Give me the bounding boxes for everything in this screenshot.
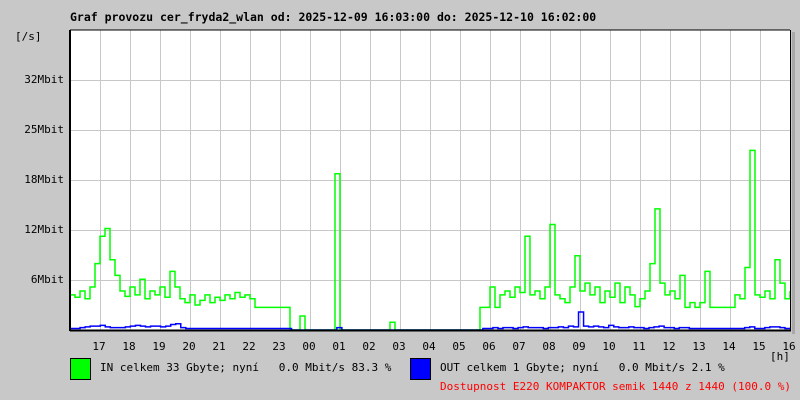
x-tick-label: 14 xyxy=(722,340,736,353)
x-tick-label: 17 xyxy=(92,340,106,353)
plot-shadow xyxy=(792,32,795,334)
x-tick-label: 03 xyxy=(392,340,406,353)
y-tick-label: 32Mbit xyxy=(24,73,64,86)
x-tick-label: 10 xyxy=(602,340,616,353)
x-tick-label: 13 xyxy=(692,340,706,353)
y-tick-label: 6Mbit xyxy=(30,273,64,286)
x-tick-label: 00 xyxy=(302,340,316,353)
x-tick-label: 23 xyxy=(272,340,286,353)
legend-out-swatch xyxy=(410,358,431,380)
y-tick-label: 18Mbit xyxy=(24,173,64,186)
x-tick-label: 11 xyxy=(632,340,646,353)
x-tick-label: 20 xyxy=(182,340,196,353)
x-tick-label: 08 xyxy=(542,340,556,353)
x-axis-unit: [h] xyxy=(770,350,790,363)
x-tick-label: 09 xyxy=(572,340,586,353)
x-tick-label: 07 xyxy=(512,340,526,353)
x-tick-label: 04 xyxy=(422,340,436,353)
x-tick-label: 19 xyxy=(152,340,166,353)
x-tick-label: 06 xyxy=(482,340,496,353)
legend-in-swatch xyxy=(70,358,91,380)
x-tick-label: 21 xyxy=(212,340,226,353)
y-tick-label: 12Mbit xyxy=(24,223,64,236)
y-tick-label: 25Mbit xyxy=(24,123,64,136)
availability-text: Dostupnost E220 KOMPAKTOR semik 1440 z 1… xyxy=(440,380,791,393)
x-tick-label: 18 xyxy=(122,340,136,353)
x-tick-label: 12 xyxy=(662,340,676,353)
legend-in-text: IN celkem 33 Gbyte; nyní 0.0 Mbit/s 83.3… xyxy=(100,361,392,374)
x-tick-label: 02 xyxy=(362,340,376,353)
x-tick-label: 05 xyxy=(452,340,466,353)
x-tick-label: 01 xyxy=(332,340,346,353)
legend-out-text: OUT celkem 1 Gbyte; nyní 0.0 Mbit/s 2.1 … xyxy=(440,361,725,374)
x-tick-label: 22 xyxy=(242,340,256,353)
traffic-chart xyxy=(69,29,795,334)
